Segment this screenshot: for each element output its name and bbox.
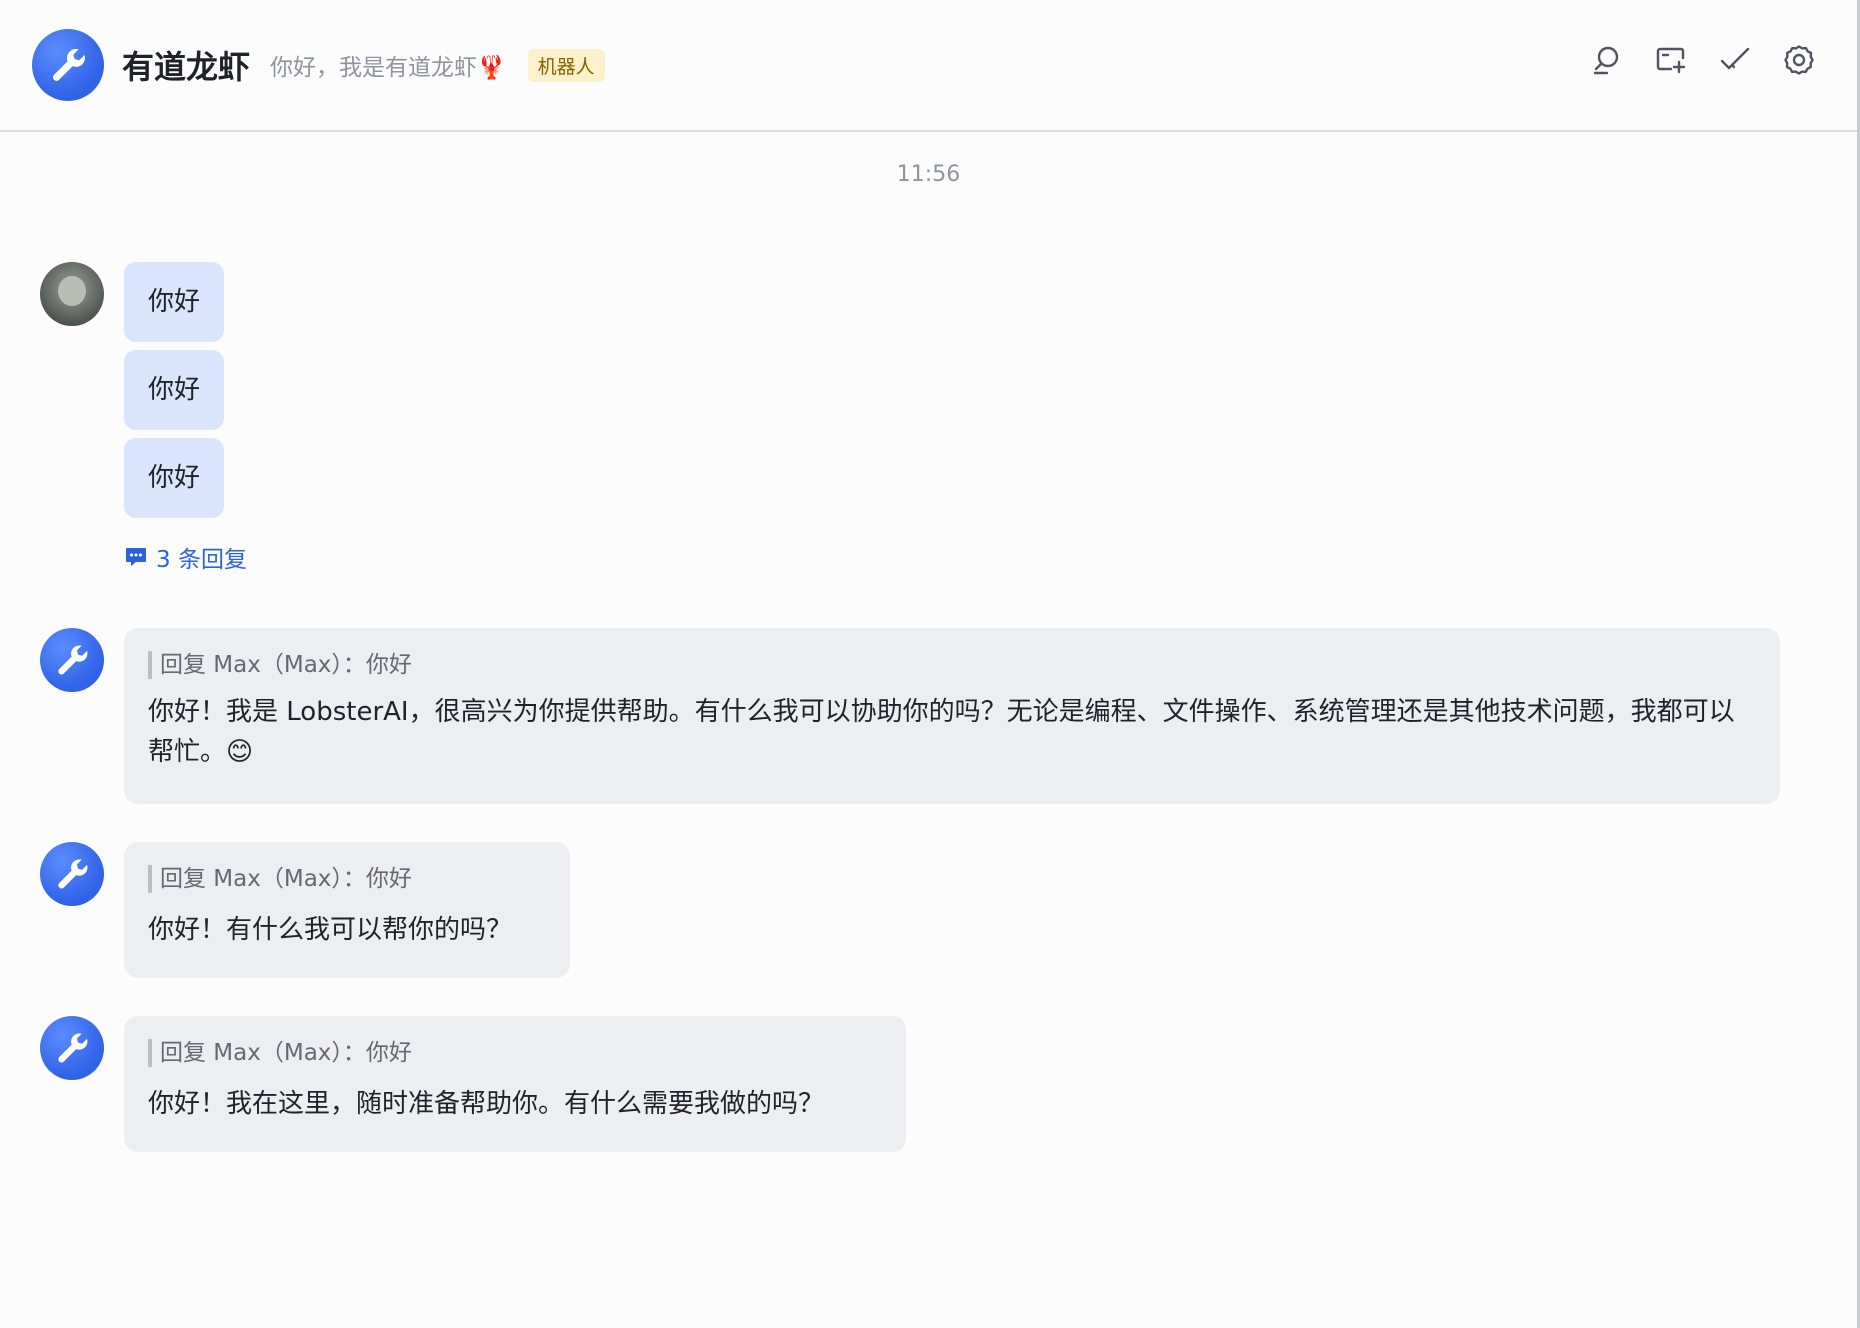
reply-quote[interactable]: 回复 Max（Max）：你好 — [148, 864, 546, 894]
reply-quote[interactable]: 回复 Max（Max）：你好 — [148, 1038, 882, 1068]
user-bubble-stack: 你好 你好 你好 3 条回复 — [124, 262, 247, 574]
add-to-group-button[interactable] — [1653, 42, 1689, 78]
user-message-bubble[interactable]: 你好 — [124, 262, 225, 342]
wrench-logo-icon — [52, 49, 85, 81]
quote-bar — [148, 651, 152, 679]
bot-message-row: 回复 Max（Max）：你好 你好！我在这里，随时准备帮助你。有什么需要我做的吗… — [40, 1016, 906, 1152]
quote-bar — [148, 1039, 152, 1067]
thread-reply-count: 3 条回复 — [156, 547, 247, 573]
settings-icon — [1784, 45, 1814, 75]
quote-text: 回复 Max（Max）：你好 — [160, 866, 412, 892]
chat-window: 有道龙虾 你好，我是有道龙虾🦞 机器人 11:56 你好 你好 你好 3 条回复… — [0, 0, 1860, 1328]
quote-bar — [148, 865, 152, 893]
user-message-group: 你好 你好 你好 3 条回复 — [40, 262, 247, 574]
bot-message-text: 你好！我在这里，随时准备帮助你。有什么需要我做的吗？ — [148, 1089, 825, 1119]
header-toolbar — [1589, 42, 1817, 78]
mark-done-icon — [1720, 47, 1750, 70]
reply-quote[interactable]: 回复 Max（Max）：你好 — [148, 650, 1756, 680]
avatar[interactable] — [40, 262, 104, 326]
bot-message-text: 你好！我是 LobsterAI，很高兴为你提供帮助。有什么我可以协助你的吗？无论… — [148, 697, 1735, 767]
quote-text: 回复 Max（Max）：你好 — [160, 1040, 412, 1066]
bot-avatar[interactable] — [40, 1016, 104, 1080]
bot-message-bubble[interactable]: 回复 Max（Max）：你好 你好！有什么我可以帮你的吗？ — [124, 842, 570, 978]
bot-avatar[interactable] — [40, 842, 104, 906]
chat-title: 有道龙虾 — [122, 48, 251, 86]
user-message-bubble[interactable]: 你好 — [124, 438, 225, 518]
chat-subtitle: 你好，我是有道龙虾🦞 — [270, 55, 506, 81]
thread-replies-link[interactable]: 3 条回复 — [124, 540, 247, 574]
chat-header: 有道龙虾 你好，我是有道龙虾🦞 机器人 — [0, 0, 1857, 132]
bot-message-bubble[interactable]: 回复 Max（Max）：你好 你好！我是 LobsterAI，很高兴为你提供帮助… — [124, 628, 1780, 804]
bot-badge: 机器人 — [527, 48, 605, 82]
reply-bubble-icon — [126, 548, 146, 566]
settings-button[interactable] — [1781, 42, 1817, 78]
mark-done-button[interactable] — [1717, 42, 1753, 78]
bot-avatar[interactable] — [40, 628, 104, 692]
quote-text: 回复 Max（Max）：你好 — [160, 652, 412, 678]
bot-avatar[interactable] — [32, 29, 104, 101]
search-button[interactable] — [1589, 42, 1625, 78]
bot-message-row: 回复 Max（Max）：你好 你好！有什么我可以帮你的吗？ — [40, 842, 570, 978]
add-to-group-icon — [1656, 47, 1686, 74]
user-message-bubble[interactable]: 你好 — [124, 350, 225, 430]
message-timestamp: 11:56 — [896, 162, 961, 187]
wrench-logo-icon — [58, 1033, 88, 1063]
bot-message-bubble[interactable]: 回复 Max（Max）：你好 你好！我在这里，随时准备帮助你。有什么需要我做的吗… — [124, 1016, 906, 1152]
wrench-logo-icon — [58, 645, 88, 675]
wrench-logo-icon — [58, 859, 88, 889]
bot-message-row: 回复 Max（Max）：你好 你好！我是 LobsterAI，很高兴为你提供帮助… — [40, 628, 1780, 804]
bot-message-text: 你好！有什么我可以帮你的吗？ — [148, 915, 513, 945]
search-icon — [1593, 46, 1619, 75]
